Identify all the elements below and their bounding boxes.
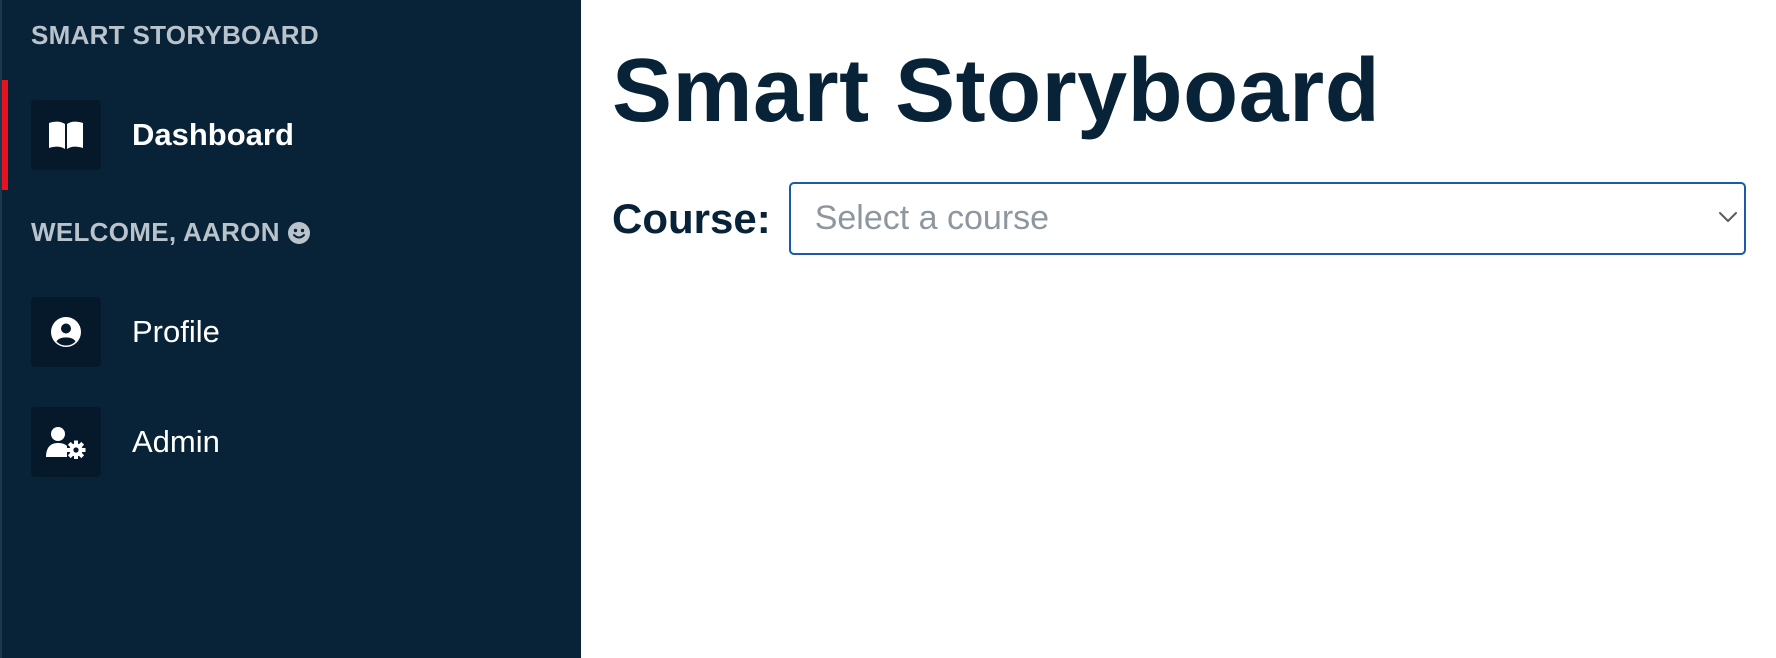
sidebar-item-label: Profile [132,314,220,349]
sidebar: SMART STORYBOARD Dashboard WELCOME, AARO… [0,0,581,658]
main-content: Smart Storyboard Course: Select a course [581,0,1776,658]
smile-icon [287,221,310,244]
book-open-icon [31,100,101,170]
course-selector-row: Course: Select a course [612,182,1746,255]
app-root: SMART STORYBOARD Dashboard WELCOME, AARO… [0,0,1776,658]
welcome-heading-text: WELCOME, AARON [31,217,280,247]
brand-heading-text: SMART STORYBOARD [31,20,319,50]
course-select[interactable]: Select a course [788,182,1746,255]
sidebar-item-dashboard[interactable]: Dashboard [2,80,581,190]
sidebar-item-label: Dashboard [132,117,294,152]
sidebar-item-label: Admin [132,424,220,459]
course-label: Course: [612,194,771,242]
user-circle-icon [31,297,101,367]
chevron-down-icon [1718,210,1738,229]
course-select-placeholder: Select a course [814,199,1050,237]
sidebar-item-admin[interactable]: Admin [2,402,581,482]
user-gear-icon [31,407,101,477]
sidebar-brand-heading: SMART STORYBOARD [31,20,319,51]
page-title: Smart Storyboard [612,41,1381,141]
sidebar-item-profile[interactable]: Profile [2,292,581,372]
sidebar-welcome-heading: WELCOME, AARON [31,217,310,248]
